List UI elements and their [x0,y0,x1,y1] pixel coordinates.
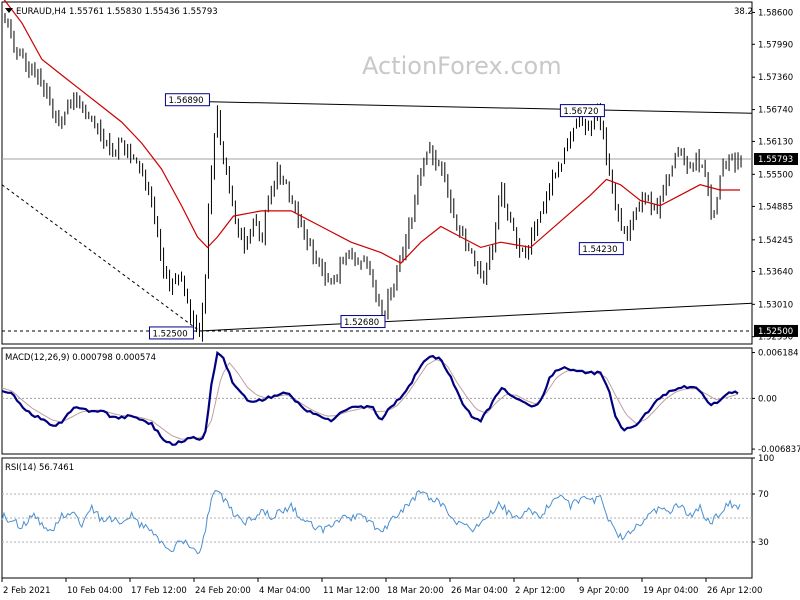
time-tick-label: 19 Apr 04:00 [643,586,698,596]
chart-window: ActionForex.com 1.56890 1.56720 1.54230 1.5… [0,0,800,600]
price-tick-label: 1.57360 [758,73,793,83]
price-annotation: 1.52680 [340,315,386,329]
price-annotation: 1.54230 [578,242,624,256]
price-tick-label: 1.53640 [758,267,793,277]
annotation-label: 1.54230 [582,245,617,255]
macd-tick-label: 0.00 [758,394,777,404]
fib-label: 38.2 [734,7,753,17]
support-price-label: 1.52500 [758,327,793,337]
price-annotation: 1.56890 [164,93,210,107]
time-tick-label: 26 Mar 04:00 [451,586,508,596]
price-tick-label: 1.55500 [758,170,793,180]
macd-panel-title: MACD(12,26,9) 0.000798 0.000574 [5,353,156,363]
time-tick-label: 2 Feb 2021 [3,586,51,596]
time-tick-label: 4 Mar 04:00 [259,586,310,596]
rsi-tick-label: 100 [758,454,774,464]
axes: 1.58600 1.57990 1.57360 1.56740 1.56130 1.555… [1,8,800,596]
price-tick-label: 1.56740 [758,106,793,116]
annotation-label: 1.56890 [168,96,203,106]
rsi-panel-title: RSI(14) 56.7461 [5,463,74,473]
price-tick-label: 1.58600 [758,8,793,18]
annotation-label: 1.56720 [563,107,598,117]
trendline [199,302,753,332]
price-tick-label: 1.57990 [758,40,793,50]
price-tick-label: 1.53010 [758,300,793,310]
price-tick-label: 1.54245 [758,236,793,246]
rsi-tick-label: 30 [758,538,769,548]
macd-tick-label: 0.006184 [758,349,799,359]
price-annotation: 1.56720 [559,104,605,118]
time-tick-label: 2 Apr 12:00 [515,586,565,596]
price-tick-label: 1.54885 [758,202,793,212]
watermark: ActionForex.com [362,52,562,80]
time-tick-label: 24 Feb 20:00 [195,586,251,596]
rsi-line [1,490,741,555]
annotation-label: 1.52680 [344,318,379,328]
trendline [209,101,753,114]
price-panel-title: EURAUD,H4 1.55761 1.55830 1.55436 1.5579… [16,7,218,17]
annotation-label: 1.52500 [152,329,187,339]
rsi-tick-label: 70 [758,490,769,500]
time-tick-label: 26 Apr 12:00 [707,586,762,596]
rsi-series [1,490,752,555]
current-price-label: 1.55793 [758,155,793,165]
time-tick-label: 11 Mar 12:00 [323,586,380,596]
time-tick-label: 10 Feb 04:00 [67,586,123,596]
macd-panel-frame [1,347,753,455]
trendline [1,184,200,332]
price-annotation: 1.52500 [148,326,194,340]
time-tick-label: 18 Mar 20:00 [387,586,444,596]
price-tick-label: 1.56130 [758,137,793,147]
macd-series [1,350,752,446]
chart-canvas: ActionForex.com 1.568901.567201.542301.5… [1,0,800,596]
moving-average-line [3,0,740,264]
time-tick-label: 17 Feb 12:00 [131,586,187,596]
time-tick-label: 9 Apr 20:00 [579,586,629,596]
